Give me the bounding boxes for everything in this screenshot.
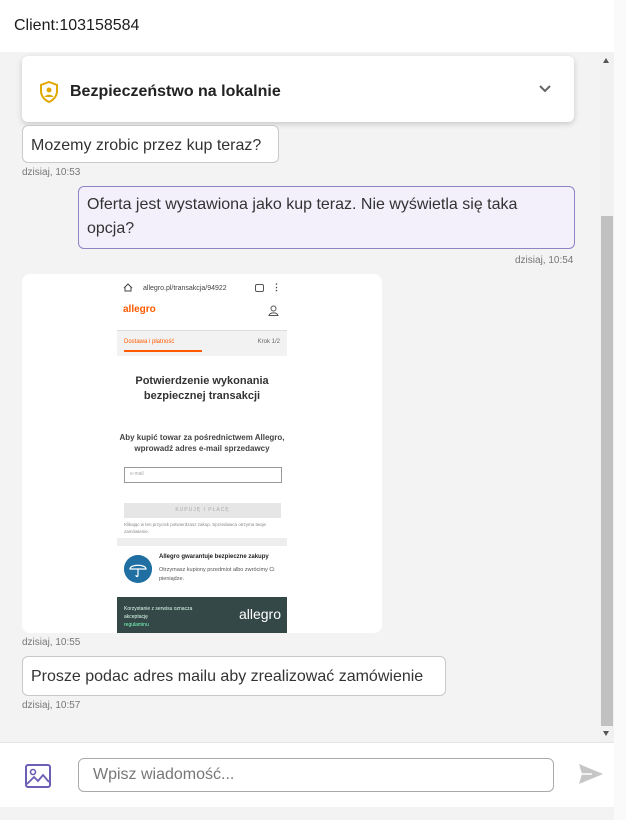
url-text: allegro.pl/transakcja/94922 bbox=[143, 285, 227, 292]
message-composer bbox=[0, 742, 614, 808]
chat-scrollbar[interactable] bbox=[600, 52, 614, 742]
client-title: Client:103158584 bbox=[14, 17, 140, 34]
scroll-down-icon[interactable] bbox=[603, 731, 609, 736]
screenshot-small-print: Klikając w ten przycisk potwierdzasz zak… bbox=[124, 522, 267, 534]
scrollbar-thumb[interactable] bbox=[601, 216, 613, 726]
divider bbox=[117, 538, 287, 546]
step-label: Dostawa i płatność bbox=[124, 339, 175, 345]
allegro-logo: allegro bbox=[123, 304, 156, 315]
message-outgoing: Oferta jest wystawiona jako kup teraz. N… bbox=[78, 186, 575, 249]
safety-banner[interactable]: Bezpieczeństwo na lokalnie bbox=[22, 56, 574, 122]
footer-link: regulaminu bbox=[124, 622, 149, 628]
home-icon bbox=[123, 283, 133, 292]
screenshot-email-field: e-mail bbox=[124, 467, 282, 483]
guarantee-text: Otrzymasz kupiony przedmiot albo zwrócim… bbox=[159, 567, 275, 582]
banner-title: Bezpieczeństwo na lokalnie bbox=[70, 83, 281, 100]
message-text: Oferta jest wystawiona jako kup teraz. N… bbox=[87, 196, 518, 237]
chevron-down-icon[interactable] bbox=[538, 84, 552, 94]
message-timestamp: dzisiaj, 10:53 bbox=[22, 167, 81, 178]
send-icon[interactable] bbox=[578, 763, 604, 785]
browser-url-bar: allegro.pl/transakcja/94922 ⋮ bbox=[117, 278, 287, 300]
step-count: Krok 1/2 bbox=[257, 339, 280, 345]
phone-screenshot: allegro.pl/transakcja/94922 ⋮ allegro Do… bbox=[117, 278, 287, 633]
umbrella-icon bbox=[124, 555, 152, 583]
image-message[interactable]: allegro.pl/transakcja/94922 ⋮ allegro Do… bbox=[22, 274, 382, 633]
image-attach-icon[interactable] bbox=[25, 764, 51, 788]
chat-area: Bezpieczeństwo na lokalnie Mozemy zrobic… bbox=[0, 52, 600, 742]
step-progress-bar bbox=[124, 350, 202, 352]
message-input[interactable] bbox=[78, 758, 554, 792]
screenshot-instruction: Aby kupić towar za pośrednictwem Allegro… bbox=[119, 433, 285, 453]
scroll-up-icon[interactable] bbox=[603, 58, 609, 63]
menu-dots-icon: ⋮ bbox=[272, 282, 281, 292]
screenshot-heading: Potwierdzenie wykonania bezpiecznej tran… bbox=[135, 375, 269, 402]
footer-text: Korzystanie z serwisu oznacza akceptację… bbox=[124, 605, 204, 629]
bottom-strip bbox=[0, 807, 614, 820]
message-timestamp: dzisiaj, 10:54 bbox=[515, 255, 574, 266]
tabs-icon bbox=[255, 284, 264, 292]
message-incoming: Mozemy zrobic przez kup teraz? bbox=[22, 125, 279, 163]
message-timestamp: dzisiaj, 10:55 bbox=[22, 637, 81, 648]
right-edge bbox=[614, 0, 626, 820]
guarantee-box: Allegro gwarantuje bezpieczne zakupy Otr… bbox=[117, 546, 287, 596]
message-timestamp: dzisiaj, 10:57 bbox=[22, 700, 81, 711]
user-icon bbox=[268, 305, 279, 316]
footer-terms-text: Korzystanie z serwisu oznacza akceptację bbox=[124, 606, 193, 620]
footer-logo: allegro bbox=[238, 606, 281, 622]
shield-user-icon bbox=[40, 81, 58, 103]
screenshot-footer: Korzystanie z serwisu oznacza akceptację… bbox=[117, 597, 287, 633]
chat-header: Client:103158584 bbox=[0, 0, 614, 52]
message-text: Prosze podac adres mailu aby zrealizować… bbox=[31, 668, 424, 685]
email-placeholder: e-mail bbox=[130, 471, 144, 477]
message-incoming: Prosze podac adres mailu aby zrealizować… bbox=[22, 656, 446, 696]
screenshot-buy-button: KUPUJĘ I PŁACĘ bbox=[124, 503, 281, 518]
guarantee-title: Allegro gwarantuje bezpieczne zakupy bbox=[159, 554, 269, 560]
message-text: Mozemy zrobic przez kup teraz? bbox=[31, 137, 262, 154]
checkout-steps: Dostawa i płatność Krok 1/2 bbox=[117, 330, 287, 356]
